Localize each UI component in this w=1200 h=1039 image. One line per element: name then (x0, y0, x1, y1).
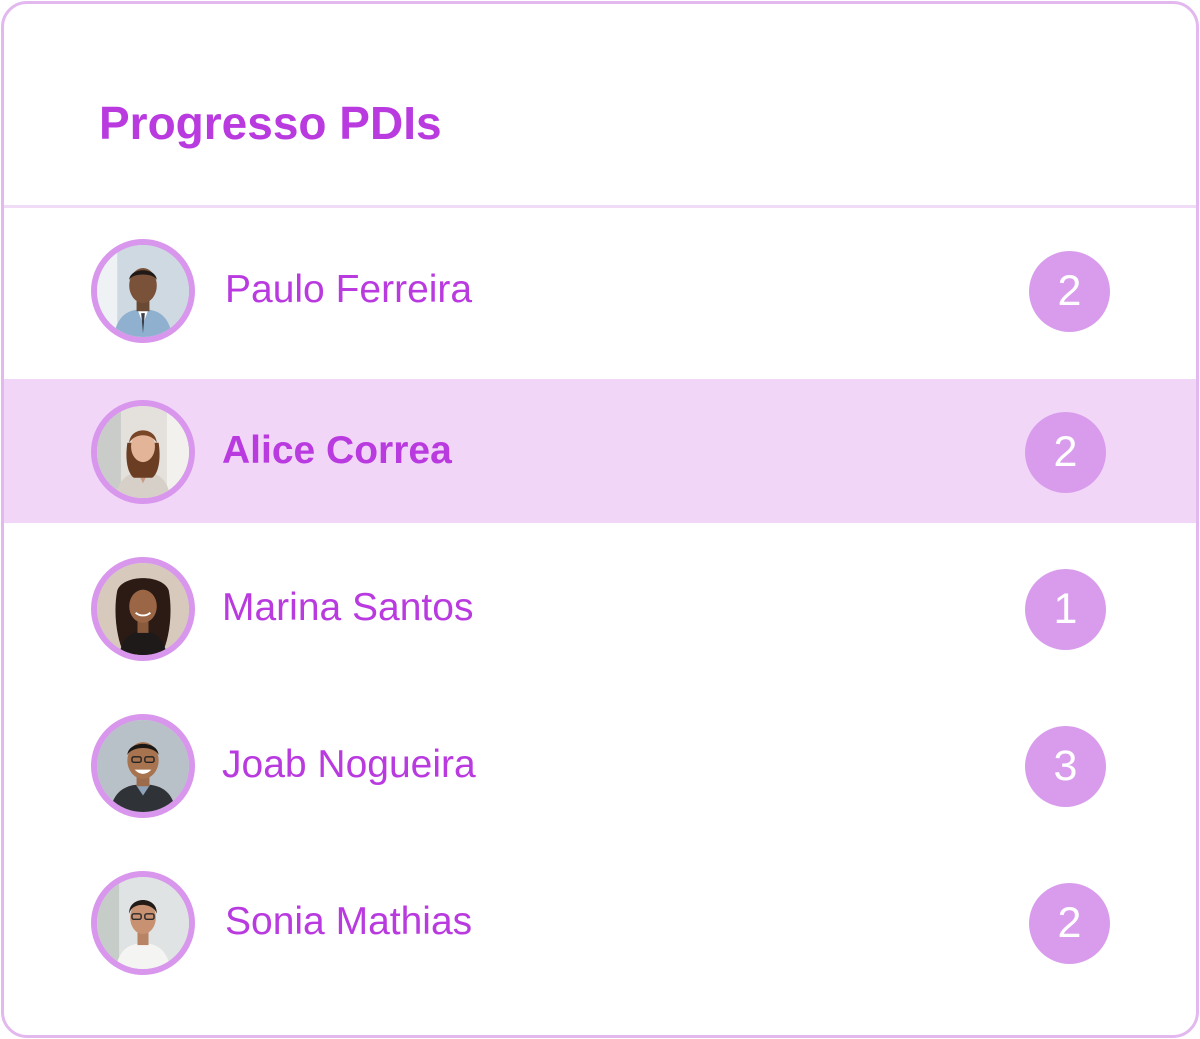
pdi-count-badge: 3 (1025, 726, 1106, 807)
person-row-joab-nogueira[interactable]: Joab Nogueira 3 (4, 693, 1196, 837)
pdi-count-badge: 1 (1025, 569, 1106, 650)
card-title: Progresso PDIs (99, 97, 442, 149)
avatar-photo-icon (97, 406, 189, 498)
avatar (91, 400, 195, 504)
person-name: Paulo Ferreira (225, 268, 473, 311)
person-row-alice-correa[interactable]: Alice Correa 2 (4, 379, 1196, 523)
avatar (91, 871, 195, 975)
avatar-photo-icon (97, 245, 189, 337)
card-header: Progresso PDIs (4, 4, 1196, 208)
person-name: Joab Nogueira (222, 743, 476, 786)
avatar (91, 239, 195, 343)
person-row-sonia-mathias[interactable]: Sonia Mathias 2 (4, 850, 1196, 994)
avatar (91, 557, 195, 661)
pdi-count-badge: 2 (1029, 251, 1110, 332)
pdi-count-badge: 2 (1029, 883, 1110, 964)
pdi-progress-card: Progresso PDIs Paulo Ferreira 2 Alice Co… (1, 1, 1199, 1038)
avatar-photo-icon (97, 877, 189, 969)
person-name: Sonia Mathias (225, 900, 473, 943)
person-row-marina-santos[interactable]: Marina Santos 1 (4, 536, 1196, 680)
avatar (91, 714, 195, 818)
person-row-paulo-ferreira[interactable]: Paulo Ferreira 2 (4, 218, 1196, 362)
avatar-photo-icon (97, 563, 189, 655)
pdi-count-badge: 2 (1025, 412, 1106, 493)
person-name: Marina Santos (222, 586, 474, 629)
avatar-photo-icon (97, 720, 189, 812)
person-name: Alice Correa (222, 429, 452, 472)
